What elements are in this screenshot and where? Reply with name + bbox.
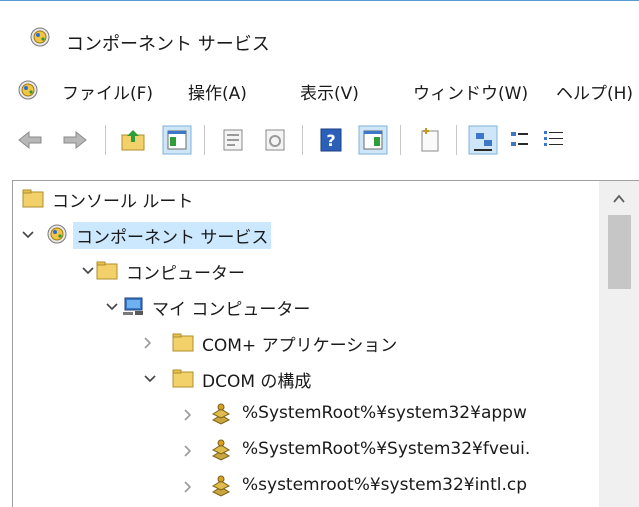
tree-node-label: マイ コンピューター <box>152 300 311 320</box>
system-menu-icon[interactable] <box>16 78 40 102</box>
chevron-right-icon[interactable] <box>181 479 195 493</box>
toolbar: ? <box>0 115 639 165</box>
menu-window[interactable]: ウィンドウ(W) <box>413 79 528 104</box>
up-folder-icon[interactable] <box>118 125 148 155</box>
toolbar-separator <box>105 125 106 155</box>
large-icons-view-icon[interactable] <box>468 125 498 155</box>
menu-action[interactable]: 操作(A) <box>188 79 247 104</box>
forward-arrow-icon[interactable] <box>60 125 90 155</box>
vertical-scrollbar[interactable] <box>599 181 639 507</box>
tree-node-dcom-app[interactable]: %SystemRoot%¥system32¥appw <box>13 399 593 429</box>
tree-node-label: %SystemRoot%¥System32¥fveui. <box>242 439 531 459</box>
svg-text:?: ? <box>326 131 335 150</box>
dcom-app-icon <box>209 474 233 498</box>
properties-icon[interactable] <box>218 125 248 155</box>
menu-help[interactable]: ヘルプ(H) <box>556 79 633 104</box>
new-window-icon[interactable] <box>414 125 444 155</box>
tree-node-label: %SystemRoot%¥system32¥appw <box>242 403 527 423</box>
chevron-right-icon[interactable] <box>181 443 195 457</box>
folder-icon <box>171 366 195 390</box>
tree-node-label: %systemroot%¥system32¥intl.cp <box>242 475 527 495</box>
chevron-down-icon[interactable] <box>81 263 95 277</box>
tree-node-label: DCOM の構成 <box>202 372 312 392</box>
component-services-icon <box>45 222 69 246</box>
back-arrow-icon[interactable] <box>15 125 45 155</box>
toolbar-separator <box>456 125 457 155</box>
tree-node-dcom-config[interactable]: DCOM の構成 <box>13 363 593 393</box>
tree-node-dcom-app[interactable]: %systemroot%¥system32¥intl.cp <box>13 471 593 501</box>
computer-icon <box>121 294 145 318</box>
chevron-down-icon[interactable] <box>21 227 35 241</box>
show-hide-action-pane-icon[interactable] <box>358 125 388 155</box>
tree-node-computers[interactable]: コンピューター <box>13 255 593 285</box>
help-icon[interactable]: ? <box>316 125 346 155</box>
refresh-icon[interactable] <box>260 125 290 155</box>
console-tree[interactable]: コンソール ルート コンポーネント サービス コンピューター マイ コンピュータ… <box>12 180 639 507</box>
dcom-app-icon <box>209 438 233 462</box>
scrollbar-thumb[interactable] <box>608 215 631 289</box>
scroll-up-icon[interactable] <box>612 191 626 205</box>
show-hide-console-tree-icon[interactable] <box>162 125 192 155</box>
toolbar-separator <box>400 125 401 155</box>
menu-file[interactable]: ファイル(F) <box>62 79 153 104</box>
tree-node-label: コンピューター <box>126 264 245 284</box>
menu-bar: ファイル(F) 操作(A) 表示(V) ウィンドウ(W) ヘルプ(H) <box>0 65 639 115</box>
tree-node-com-plus-applications[interactable]: COM+ アプリケーション <box>13 327 593 357</box>
folder-icon <box>21 186 45 210</box>
tree-node-component-services[interactable]: コンポーネント サービス <box>13 219 593 249</box>
chevron-right-icon[interactable] <box>141 335 155 349</box>
list-view-icon[interactable] <box>540 125 570 155</box>
dcom-app-icon <box>209 402 233 426</box>
tree-node-dcom-app[interactable]: %SystemRoot%¥System32¥fveui. <box>13 435 593 465</box>
toolbar-separator <box>204 125 205 155</box>
folder-icon <box>95 258 119 282</box>
chevron-down-icon[interactable] <box>105 299 119 313</box>
small-icons-view-icon[interactable] <box>506 125 536 155</box>
tree-node-my-computer[interactable]: マイ コンピューター <box>13 291 593 321</box>
folder-icon <box>171 330 195 354</box>
tree-node-label: COM+ アプリケーション <box>202 336 398 356</box>
tree-node-label: コンソール ルート <box>52 192 194 212</box>
component-services-icon <box>28 25 52 49</box>
toolbar-separator <box>302 125 303 155</box>
chevron-down-icon[interactable] <box>143 371 157 385</box>
tree-node-console-root[interactable]: コンソール ルート <box>13 183 593 213</box>
chevron-right-icon[interactable] <box>181 407 195 421</box>
window-title: コンポーネント サービス <box>66 34 270 55</box>
title-bar: コンポーネント サービス <box>0 1 639 65</box>
menu-view[interactable]: 表示(V) <box>300 79 359 104</box>
tree-node-label: コンポーネント サービス <box>73 222 272 249</box>
